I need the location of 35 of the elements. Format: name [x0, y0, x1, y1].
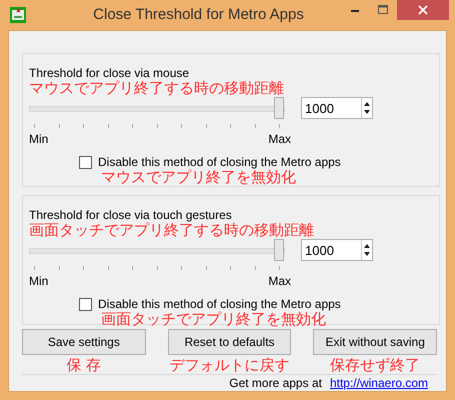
action-button[interactable]: Save settings: [22, 329, 146, 355]
spin-up-icon[interactable]: [362, 100, 372, 108]
spin-down-icon[interactable]: [362, 108, 372, 116]
checkbox-label: Disable this method of closing the Metro apps: [98, 155, 341, 169]
section-label: Threshold for close via touch gestures: [29, 208, 232, 222]
maximize-icon: [378, 5, 388, 15]
checkbox-label: Disable this method of closing the Metro apps: [98, 297, 341, 311]
close-icon: [418, 5, 428, 15]
spin-down-icon[interactable]: [362, 250, 372, 258]
footer-text: Get more apps at: [229, 376, 322, 390]
checkbox[interactable]: [79, 156, 92, 168]
slider-thumb[interactable]: [274, 239, 284, 261]
min-label: Min: [29, 132, 48, 146]
slider-thumb[interactable]: [274, 97, 284, 119]
close-button[interactable]: [397, 0, 449, 20]
annotation-text: マウスでアプリ終了を無効化: [101, 169, 296, 186]
annotation-text: 保存せず終了: [330, 357, 420, 374]
number-field[interactable]: 1000: [301, 239, 373, 261]
section-label: Threshold for close via mouse: [29, 66, 190, 80]
annotation-text: 画面タッチでアプリ終了を無効化: [101, 311, 326, 328]
checkbox[interactable]: [79, 298, 92, 310]
annotation-text: 画面タッチでアプリ終了する時の移動距離: [29, 222, 314, 239]
min-label: Min: [29, 274, 48, 288]
number-field[interactable]: 1000: [301, 97, 373, 119]
action-button[interactable]: Exit without saving: [313, 329, 438, 355]
website-link[interactable]: http://winaero.com: [330, 376, 428, 390]
max-label: Max: [268, 274, 291, 288]
action-button[interactable]: Reset to defaults: [168, 329, 292, 355]
annotation-text: デフォルトに戻す: [170, 357, 290, 374]
window-title: Close Threshold for Metro Apps: [92, 6, 305, 23]
spin-up-icon[interactable]: [362, 242, 372, 250]
annotation-text: 保 存: [66, 357, 102, 374]
annotation-text: マウスでアプリ終了する時の移動距離: [29, 80, 284, 97]
max-label: Max: [268, 132, 291, 146]
app-icon: [10, 7, 26, 23]
